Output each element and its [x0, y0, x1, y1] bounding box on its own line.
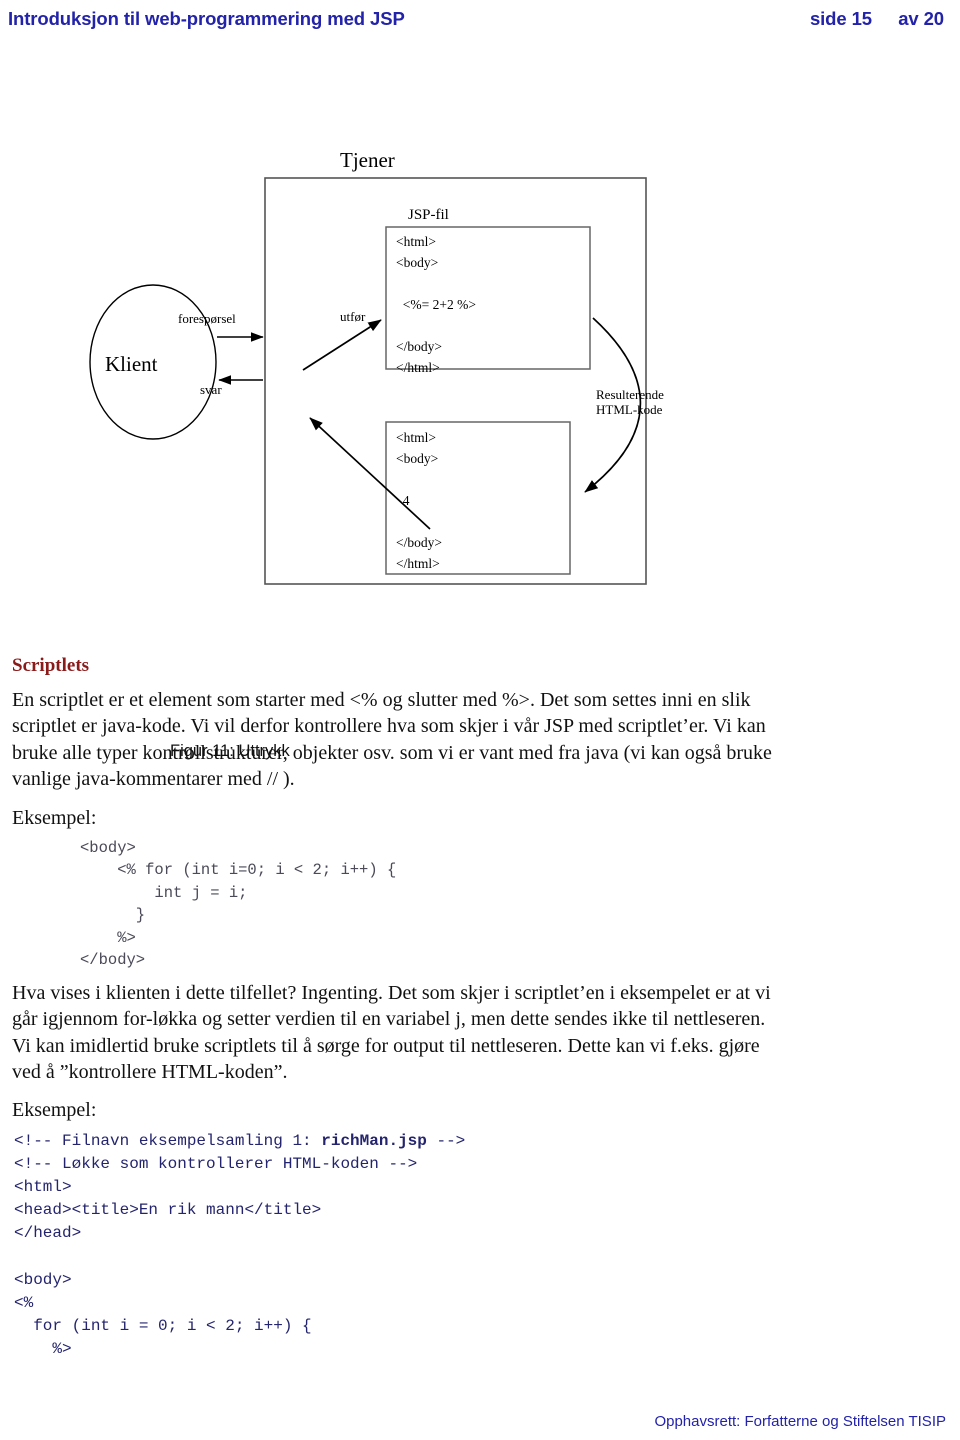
code-block-richman-jsp: <!-- Filnavn eksempelsamling 1: richMan.…: [12, 1130, 948, 1362]
figure-11: Tjener Klient JSP-fil utfør forespørsel …: [0, 130, 960, 760]
jsp-file-code: <html> <body> <%= 2+2 %> </body> </html>: [396, 234, 476, 375]
label-resulting-html: Resulterende HTML-kode: [596, 387, 664, 418]
label-response: svar: [200, 382, 222, 397]
section-heading-scriptlets: Scriptlets: [12, 655, 90, 676]
main-content: Scriptlets En scriptlet er et element so…: [12, 655, 948, 1370]
example-label-1: Eksempel:: [12, 806, 97, 829]
label-request: forespørsel: [178, 311, 236, 326]
document-title: Introduksjon til web-programmering med J…: [8, 8, 405, 29]
paragraph-scriptlets-intro: En scriptlet er et element som starter m…: [12, 689, 772, 791]
code-filename: richMan.jsp: [321, 1131, 427, 1150]
page-total-label: av 20: [898, 8, 944, 29]
page-number-label: side 15: [809, 8, 872, 29]
code-block-scriptlet-loop: <body> <% for (int i=0; i < 2; i++) { in…: [80, 838, 397, 970]
copyright-text: Opphavsrett: Forfatterne og Stiftelsen T…: [654, 1413, 946, 1430]
page-footer: Opphavsrett: Forfatterne og Stiftelsen T…: [0, 1413, 960, 1430]
execute-arrow: [302, 319, 382, 371]
label-resulting-html-line2: HTML-kode: [596, 401, 663, 417]
page-header: Introduksjon til web-programmering med J…: [0, 8, 960, 36]
label-server: Tjener: [340, 148, 395, 172]
label-jsp-file: JSP-fil: [408, 207, 449, 223]
code-remainder: --> <!-- Løkke som kontrollerer HTML-kod…: [14, 1131, 466, 1359]
output-html-code: <html> <body> 4 </body> </html>: [396, 430, 442, 571]
label-client: Klient: [105, 352, 158, 376]
label-execute: utfør: [340, 309, 366, 324]
code-comment-prefix: <!-- Filnavn eksempelsamling 1:: [14, 1131, 322, 1150]
paragraph-scriptlets-explanation: Hva vises i klienten i dette tilfellet? …: [12, 981, 771, 1083]
jsp-request-response-diagram: Tjener Klient JSP-fil utfør forespørsel …: [40, 130, 720, 600]
example-label-2: Eksempel:: [12, 1099, 97, 1122]
label-resulting-html-line1: Resulterende: [596, 387, 664, 402]
